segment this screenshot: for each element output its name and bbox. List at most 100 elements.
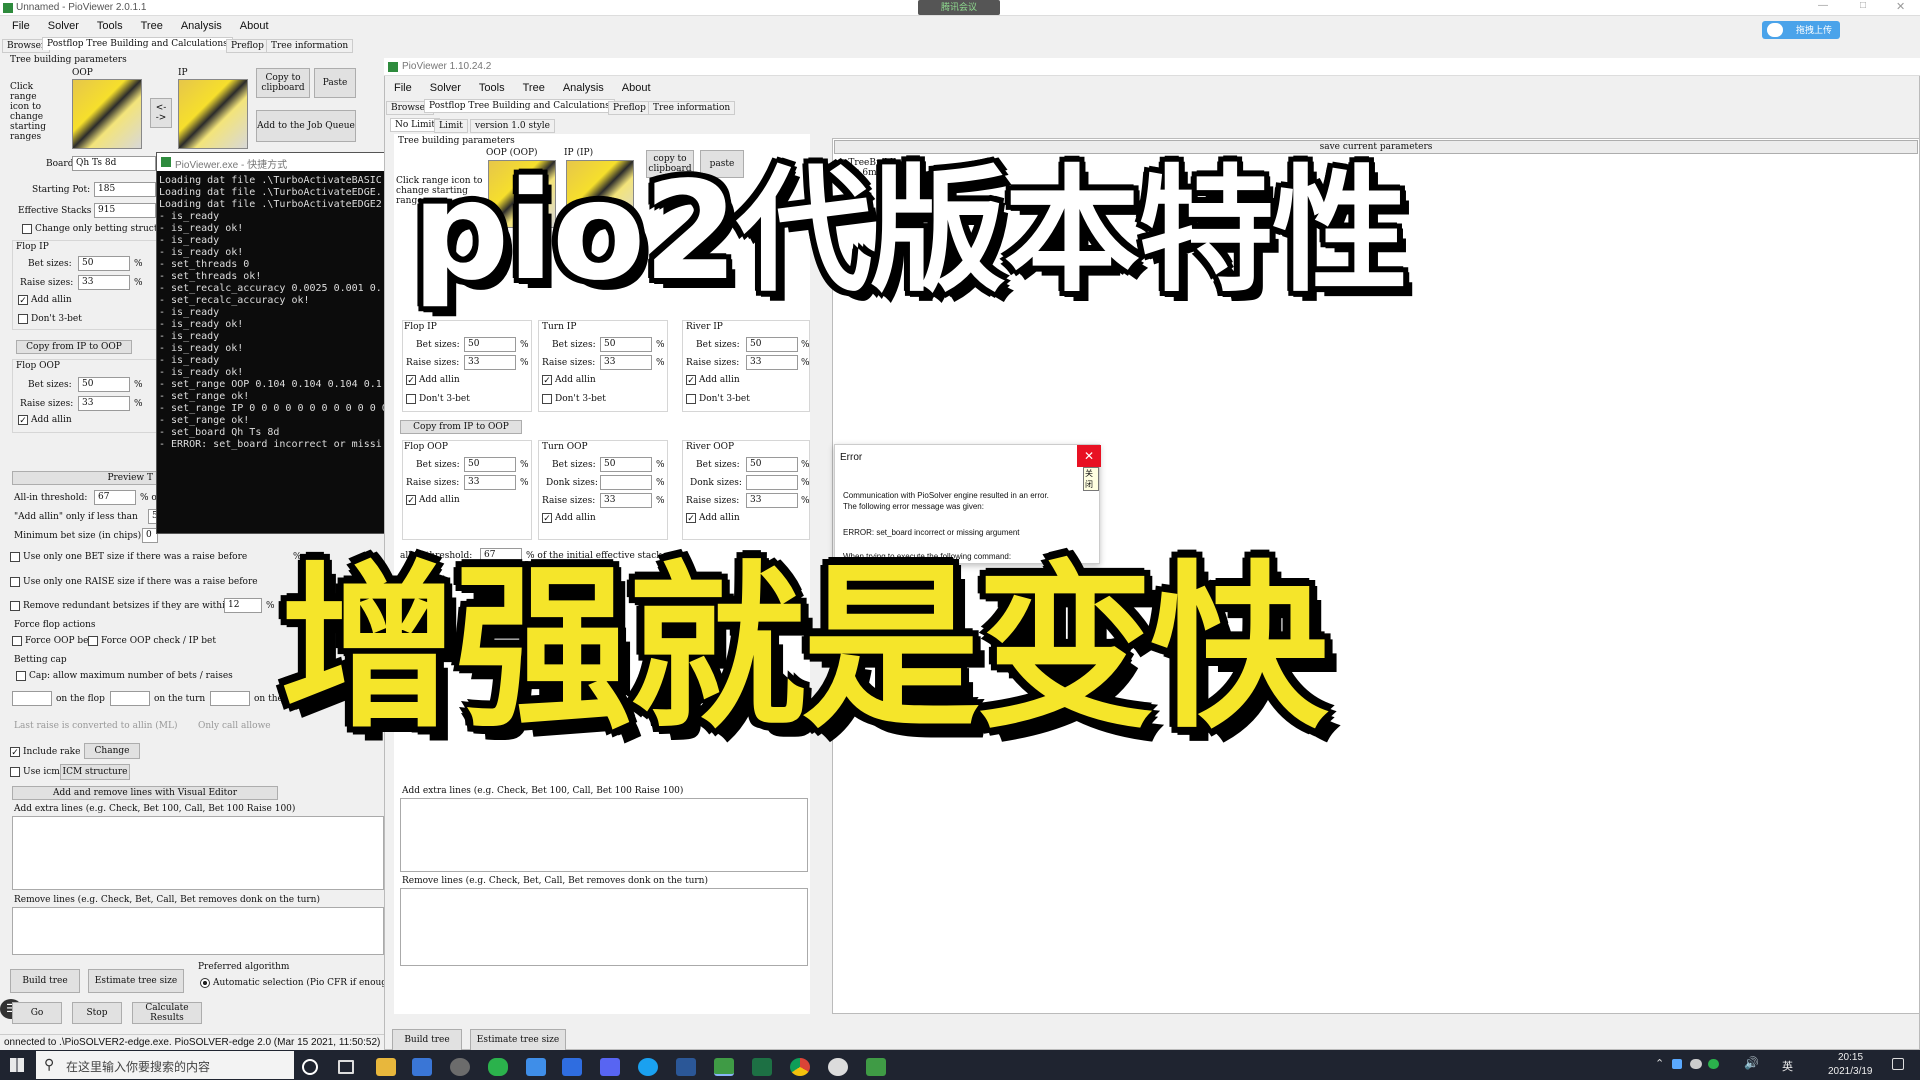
app1-swap-button[interactable]: <- -> (150, 98, 172, 128)
app1-oop-bet-input[interactable]: 50 (78, 377, 130, 392)
app2-tip-bet-input[interactable]: 50 (600, 337, 652, 352)
app1-auto-select-radio[interactable] (200, 978, 210, 988)
app2-rip-allin-checkbox[interactable]: ✓ (686, 375, 696, 385)
close-icon[interactable]: ✕ (1896, 0, 1905, 13)
app2-tip-3bet-checkbox[interactable] (542, 394, 552, 404)
notification-icon[interactable] (1892, 1058, 1904, 1070)
app2-menu-file[interactable]: File (385, 82, 421, 94)
app1-board-input[interactable]: Qh Ts 8d (72, 156, 156, 171)
app1-menu-analysis[interactable]: Analysis (172, 20, 231, 32)
app1-copy-ip-oop-button[interactable]: Copy from IP to OOP (16, 340, 132, 354)
app1-allin-threshold-input[interactable]: 67 (94, 490, 136, 505)
app1-one-bet-checkbox[interactable] (10, 552, 20, 562)
app2-tip-allin-checkbox[interactable]: ✓ (542, 375, 552, 385)
app2-menu-tree[interactable]: Tree (514, 82, 554, 94)
feishu-icon[interactable] (562, 1058, 582, 1076)
wechat-icon[interactable] (488, 1058, 508, 1076)
app1-only-call-label[interactable]: Only call allowe (198, 721, 271, 731)
app1-redundant-checkbox[interactable] (10, 601, 20, 611)
app1-paste-button[interactable]: Paste (314, 68, 356, 98)
app2-foop-bet-input[interactable]: 50 (464, 457, 516, 472)
app1-tab-postflop[interactable]: Postflop Tree Building and Calculations (42, 37, 233, 50)
app2-toop-allin-checkbox[interactable]: ✓ (542, 513, 552, 523)
app2-menu-solver[interactable]: Solver (421, 82, 470, 94)
cortana-icon[interactable] (302, 1059, 318, 1075)
app1-visual-editor-button[interactable]: Add and remove lines with Visual Editor (12, 786, 278, 800)
app1-calc-results-button[interactable]: Calculate Results (132, 1002, 202, 1024)
app2-toop-donk-input[interactable] (600, 475, 652, 490)
app2-add-extra-textarea[interactable] (400, 798, 808, 872)
app2-roop-raise-input[interactable]: 33 (746, 493, 798, 508)
discord-icon[interactable] (600, 1058, 620, 1076)
store-icon[interactable] (412, 1058, 432, 1076)
app2-tip-raise-input[interactable]: 33 (600, 355, 652, 370)
app1-menu-tools[interactable]: Tools (88, 20, 132, 32)
pen-icon[interactable] (526, 1058, 546, 1076)
app2-fip-allin-checkbox[interactable]: ✓ (406, 375, 416, 385)
app1-remove-lines-textarea[interactable] (12, 907, 384, 955)
tray-wechat-icon[interactable] (1708, 1059, 1719, 1069)
word-icon[interactable] (676, 1058, 696, 1076)
pioviewer-taskbar-icon[interactable] (714, 1058, 734, 1076)
windows-start-icon[interactable] (10, 1058, 24, 1072)
app1-ip-bet-input[interactable]: 50 (78, 256, 130, 271)
app1-preview-button[interactable]: Preview T (12, 471, 158, 485)
app1-menu-file[interactable]: File (3, 20, 39, 32)
app1-ip-3bet-checkbox[interactable] (18, 314, 28, 324)
app2-subtab-v1[interactable]: version 1.0 style (470, 119, 555, 133)
app1-ip-raise-input[interactable]: 33 (78, 275, 130, 290)
app1-add-job-button[interactable]: Add to the Job Queue (256, 110, 356, 142)
app2-tab-preflop[interactable]: Preflop (608, 101, 651, 115)
app1-rake-checkbox[interactable]: ✓ (10, 747, 20, 757)
app1-one-raise-checkbox[interactable] (10, 577, 20, 587)
app2-roop-bet-input[interactable]: 50 (746, 457, 798, 472)
app2-menu-tools[interactable]: Tools (470, 82, 514, 94)
app1-icm-structure-button[interactable]: ICM structure (60, 764, 130, 780)
app1-stacks-input[interactable]: 915 (94, 203, 156, 218)
app2-copy-ip-oop-button[interactable]: Copy from IP to OOP (400, 420, 522, 434)
app2-roop-allin-checkbox[interactable]: ✓ (686, 513, 696, 523)
tray-cloud-icon[interactable] (1690, 1059, 1702, 1069)
error-close-button[interactable]: ✕ (1077, 445, 1101, 467)
app2-toop-bet-input[interactable]: 50 (600, 457, 652, 472)
app1-redundant-input[interactable]: 12 (224, 598, 262, 613)
app1-ip-allin-checkbox[interactable]: ✓ (18, 295, 28, 305)
app2-roop-donk-input[interactable] (746, 475, 798, 490)
app1-build-tree-button[interactable]: Build tree (10, 969, 80, 993)
app2-tab-tree-info[interactable]: Tree information (648, 101, 736, 115)
app1-last-raise-label[interactable]: Last raise is converted to allin (ML) (14, 721, 177, 731)
maximize-icon[interactable]: □ (1860, 0, 1866, 11)
chrome-icon[interactable] (790, 1058, 810, 1076)
app2-fip-bet-input[interactable]: 50 (464, 337, 516, 352)
app2-rip-bet-input[interactable]: 50 (746, 337, 798, 352)
app1-add-extra-textarea[interactable] (12, 816, 384, 890)
task-view-icon[interactable] (338, 1060, 354, 1074)
qq-icon[interactable] (638, 1058, 658, 1076)
taskbar-search[interactable]: ⚲ 在这里输入你要搜索的内容 (36, 1051, 294, 1079)
app1-stop-button[interactable]: Stop (72, 1002, 122, 1024)
app2-estimate-button[interactable]: Estimate tree size (470, 1029, 566, 1051)
app1-oop-allin-checkbox[interactable]: ✓ (18, 415, 28, 425)
app1-force-oop-check-checkbox[interactable] (88, 636, 98, 646)
upload-badge[interactable]: 拖拽上传 (1762, 21, 1840, 39)
app2-rip-raise-input[interactable]: 33 (746, 355, 798, 370)
app2-remove-lines-textarea[interactable] (400, 888, 808, 966)
tray-network-icon[interactable] (1672, 1059, 1682, 1069)
app2-save-params-button[interactable]: save current parameters (834, 140, 1918, 154)
app2-rip-3bet-checkbox[interactable] (686, 394, 696, 404)
tray-time[interactable]: 20:15 (1838, 1052, 1863, 1063)
app1-cap-turn-input[interactable] (110, 691, 150, 706)
tray-language[interactable]: 英 (1782, 1058, 1793, 1074)
app1-menu-about[interactable]: About (231, 20, 278, 32)
app-icon[interactable] (828, 1058, 848, 1076)
app1-change-betting-checkbox[interactable] (22, 224, 32, 234)
app1-tab-preflop[interactable]: Preflop (226, 39, 269, 53)
pioviewer2-taskbar-icon[interactable] (866, 1058, 886, 1076)
app1-oop-range-icon[interactable] (72, 79, 142, 149)
meeting-badge[interactable]: 腾讯会议 (918, 0, 1000, 15)
app2-menu-analysis[interactable]: Analysis (554, 82, 613, 94)
app2-toop-raise-input[interactable]: 33 (600, 493, 652, 508)
media-player-icon[interactable] (450, 1058, 470, 1076)
tray-date[interactable]: 2021/3/19 (1828, 1066, 1873, 1077)
app1-go-button[interactable]: Go (12, 1002, 62, 1024)
